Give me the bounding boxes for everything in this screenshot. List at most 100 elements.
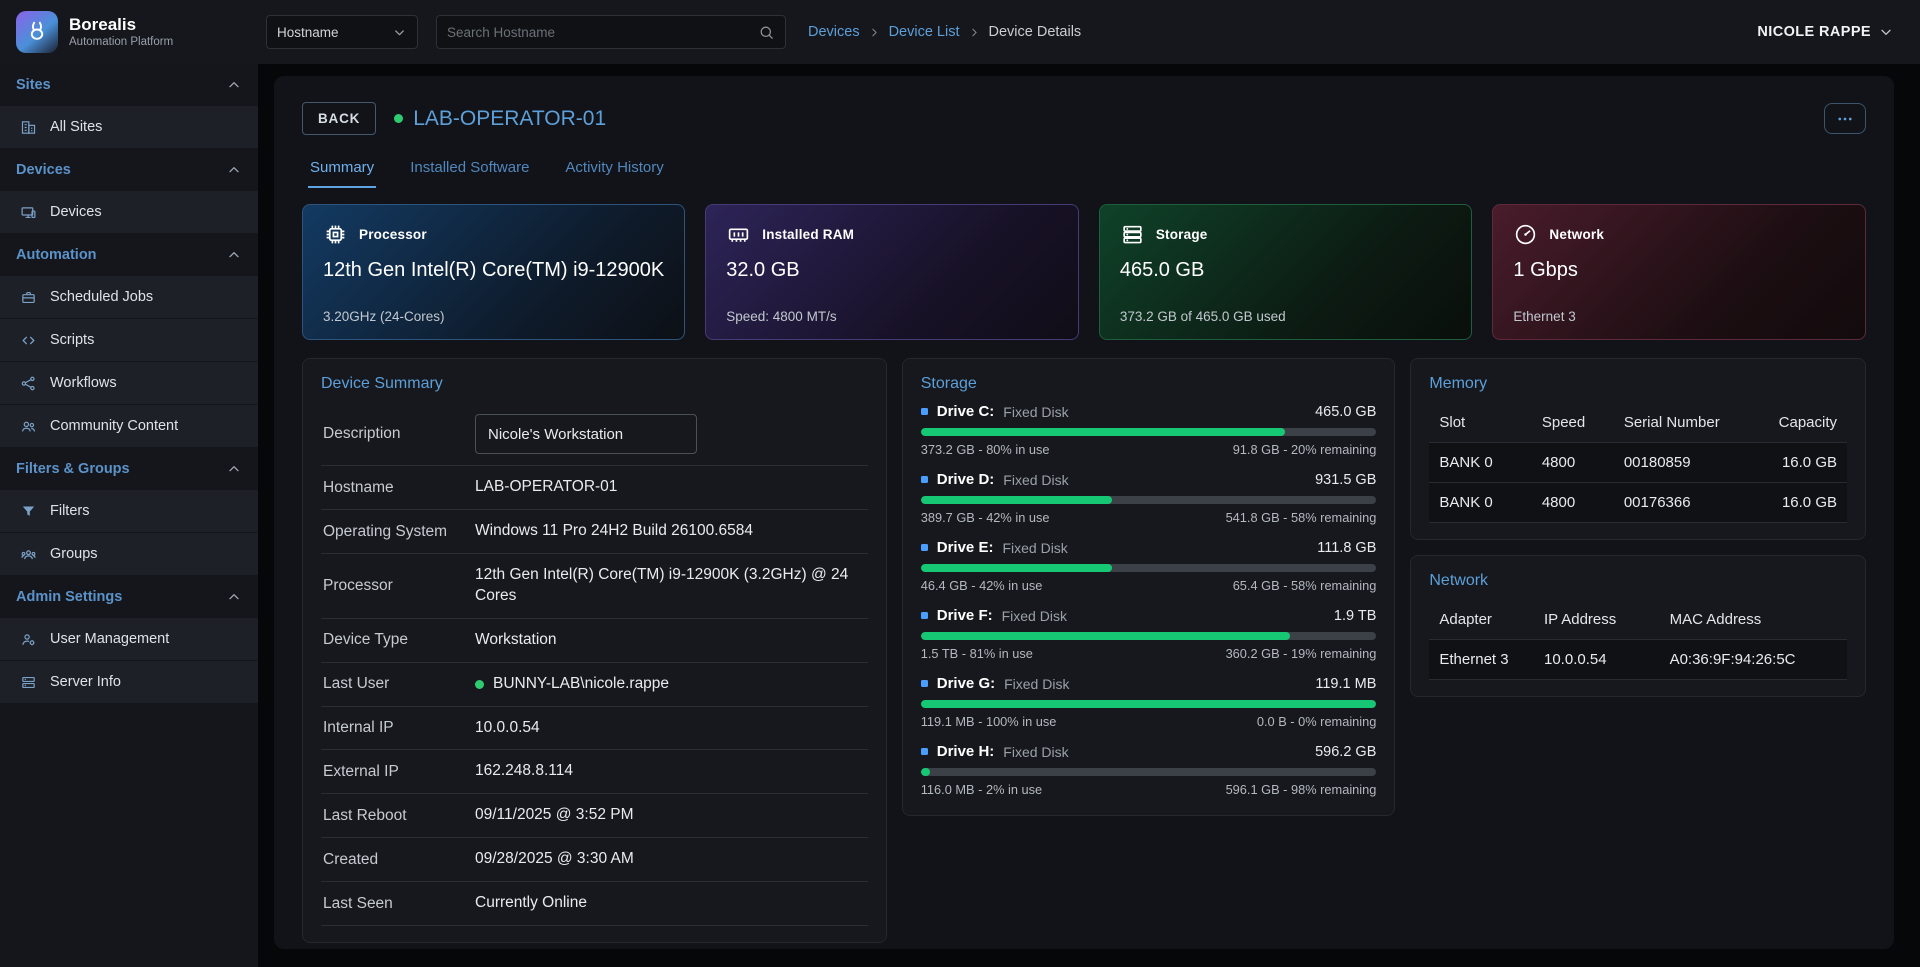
chevron-up-icon [226,77,242,93]
drive-row-g: Drive G: Fixed Disk 119.1 MB 119.1 MB - … [921,675,1377,729]
drive-usage-bar [921,564,1377,572]
summary-row-description: Description [321,403,868,466]
drive-usage-bar [921,428,1377,436]
sidebar-section-admin-settings[interactable]: Admin Settings [0,576,258,618]
chevron-right-icon [968,26,981,39]
tab-summary[interactable]: Summary [308,151,376,188]
sidebar-item-scripts[interactable]: Scripts [0,319,258,362]
summary-row-device-type: Device Type Workstation [321,619,868,663]
workflow-icon [20,375,37,392]
stat-sub: 373.2 GB of 465.0 GB used [1120,309,1452,324]
drive-bullet-icon [921,408,928,415]
search-input[interactable] [447,25,758,40]
community-icon [20,418,37,435]
device-title-wrap: LAB-OPERATOR-01 [394,107,606,131]
search-box [436,15,786,49]
sidebar-section-devices[interactable]: Devices [0,149,258,191]
borealis-logo-icon [16,11,58,53]
storage-icon [1120,222,1145,247]
stat-value: 32.0 GB [726,259,1058,282]
drive-row-e: Drive E: Fixed Disk 111.8 GB 46.4 GB - 4… [921,539,1377,593]
drive-row-h: Drive H: Fixed Disk 596.2 GB 116.0 MB - … [921,743,1377,797]
sidebar-item-workflows[interactable]: Workflows [0,362,258,405]
code-icon [20,332,37,349]
stat-sub: 3.20GHz (24-Cores) [323,309,664,324]
drive-bullet-icon [921,476,928,483]
drive-usage-bar [921,632,1377,640]
brand-text: Borealis Automation Platform [69,16,173,49]
back-button[interactable]: BACK [302,102,376,135]
hostname-filter-value: Hostname [277,25,339,40]
devices-icon [20,204,37,221]
main-content: BACK LAB-OPERATOR-01 Summary Installed S… [258,64,1920,967]
stat-sub: Ethernet 3 [1513,309,1845,324]
sidebar-item-all-sites[interactable]: All Sites [0,106,258,149]
chevron-up-icon [226,589,242,605]
sidebar-section-sites[interactable]: Sites [0,64,258,106]
summary-row-hostname: Hostname LAB-OPERATOR-01 [321,466,868,510]
memory-table-header: Slot Speed Serial Number Capacity [1429,403,1847,443]
storage-title: Storage [921,375,1377,393]
drive-bullet-icon [921,680,928,687]
more-menu-button[interactable] [1824,103,1866,134]
chevron-up-icon [226,461,242,477]
sidebar-item-server-info[interactable]: Server Info [0,661,258,704]
device-summary-card: Device Summary Description Hostname LAB-… [302,358,887,943]
summary-row-last-seen: Last Seen Currently Online [321,882,868,926]
description-input[interactable] [475,414,697,454]
sidebar-item-scheduled-jobs[interactable]: Scheduled Jobs [0,276,258,319]
network-title: Network [1429,572,1847,590]
building-icon [20,119,37,136]
device-details-panel: BACK LAB-OPERATOR-01 Summary Installed S… [274,76,1894,949]
network-table-header: Adapter IP Address MAC Address [1429,600,1847,640]
stat-sub: Speed: 4800 MT/s [726,309,1058,324]
drive-row-d: Drive D: Fixed Disk 931.5 GB 389.7 GB - … [921,471,1377,525]
stat-value: 465.0 GB [1120,259,1452,282]
breadcrumb-device-details: Device Details [989,24,1082,40]
chevron-down-icon [1878,24,1894,40]
sidebar-item-groups[interactable]: Groups [0,533,258,576]
chevron-down-icon [392,25,407,40]
device-tabs: Summary Installed Software Activity Hist… [302,151,1866,188]
sidebar-item-devices[interactable]: Devices [0,191,258,234]
memory-table-row: BANK 0 4800 00176366 16.0 GB [1429,483,1847,523]
device-header: BACK LAB-OPERATOR-01 [302,102,1866,135]
sidebar-section-filters-groups[interactable]: Filters & Groups [0,448,258,490]
breadcrumb-devices[interactable]: Devices [808,24,860,40]
cpu-icon [323,222,348,247]
stat-card-processor: Processor 12th Gen Intel(R) Core(TM) i9-… [302,204,685,340]
memory-table-row: BANK 0 4800 00180859 16.0 GB [1429,443,1847,483]
sidebar-section-automation[interactable]: Automation [0,234,258,276]
drive-usage-bar [921,768,1377,776]
tab-installed-software[interactable]: Installed Software [408,151,531,188]
drive-row-c: Drive C: Fixed Disk 465.0 GB 373.2 GB - … [921,403,1377,457]
filter-icon [20,503,37,520]
ram-icon [726,222,751,247]
sidebar-item-community-content[interactable]: Community Content [0,405,258,448]
device-title: LAB-OPERATOR-01 [413,107,606,131]
storage-card: Storage Drive C: Fixed Disk 465.0 GB 373… [902,358,1396,816]
memory-title: Memory [1429,375,1847,393]
drive-bullet-icon [921,544,928,551]
summary-row-os: Operating System Windows 11 Pro 24H2 Bui… [321,510,868,554]
sidebar: Sites All Sites Devices Devices Automati… [0,64,258,967]
chevron-up-icon [226,247,242,263]
stat-cards: Processor 12th Gen Intel(R) Core(TM) i9-… [302,204,1866,340]
stat-card-ram: Installed RAM 32.0 GB Speed: 4800 MT/s [705,204,1079,340]
user-gear-icon [20,631,37,648]
summary-row-processor: Processor 12th Gen Intel(R) Core(TM) i9-… [321,554,868,619]
drive-usage-bar [921,496,1377,504]
sidebar-item-filters[interactable]: Filters [0,490,258,533]
hostname-filter-select[interactable]: Hostname [266,15,418,49]
groups-icon [20,546,37,563]
ellipsis-icon [1836,110,1854,128]
tab-activity-history[interactable]: Activity History [563,151,665,188]
summary-row-last-reboot: Last Reboot 09/11/2025 @ 3:52 PM [321,794,868,838]
summary-row-external-ip: External IP 162.248.8.114 [321,750,868,794]
sidebar-item-user-management[interactable]: User Management [0,618,258,661]
briefcase-icon [20,289,37,306]
search-icon [758,24,775,41]
drive-row-f: Drive F: Fixed Disk 1.9 TB 1.5 TB - 81% … [921,607,1377,661]
breadcrumb-device-list[interactable]: Device List [889,24,960,40]
user-menu[interactable]: NICOLE RAPPE [1757,24,1894,40]
